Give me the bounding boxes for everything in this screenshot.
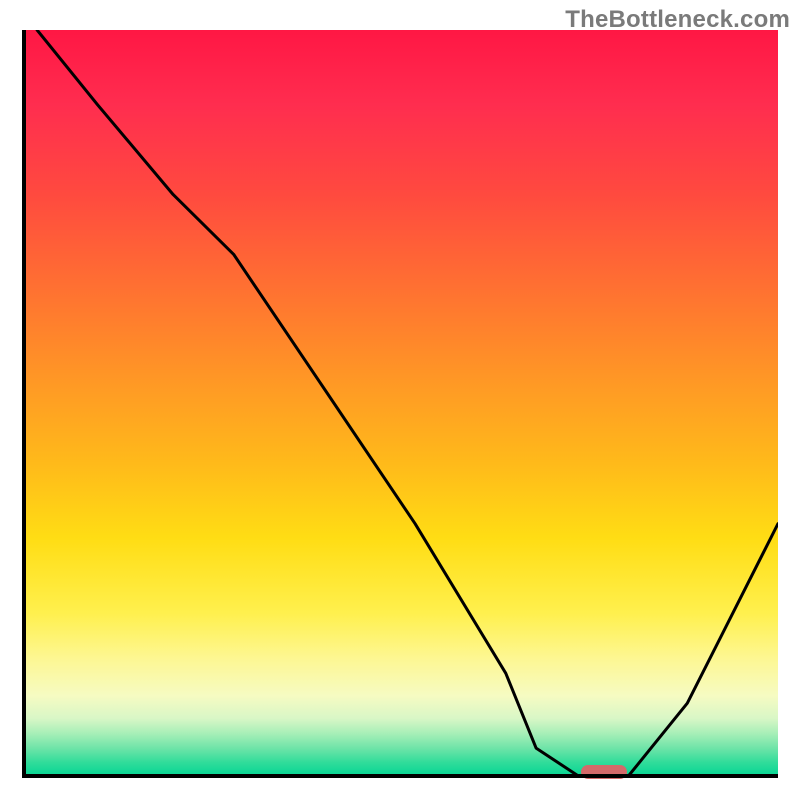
plot-area <box>22 30 778 778</box>
chart-container: TheBottleneck.com <box>0 0 800 800</box>
watermark-text: TheBottleneck.com <box>565 6 790 34</box>
x-axis-line <box>22 774 778 778</box>
y-axis-line <box>22 30 26 778</box>
bottleneck-curve <box>22 30 778 778</box>
